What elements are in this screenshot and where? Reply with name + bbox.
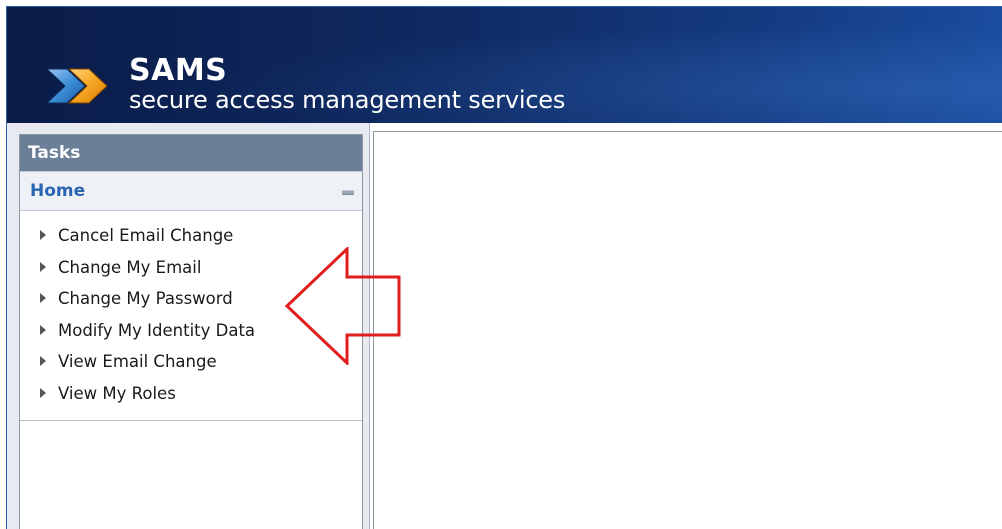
home-section-title[interactable]: Home <box>30 172 85 210</box>
double-chevron-arrow-icon <box>45 68 108 104</box>
tasks-panel-title: Tasks <box>20 135 362 171</box>
task-label[interactable]: Cancel Email Change <box>58 226 233 245</box>
task-label[interactable]: View My Roles <box>58 384 176 403</box>
triangle-right-icon <box>40 387 46 398</box>
app-header: SAMS secure access management services <box>7 7 1002 123</box>
triangle-right-icon <box>40 261 46 272</box>
triangle-right-icon <box>40 293 46 303</box>
task-link-view-my-roles[interactable]: View My Roles <box>34 383 362 415</box>
red-outline-arrow-icon <box>284 247 401 365</box>
task-label[interactable]: View Email Change <box>58 352 217 371</box>
triangle-right-icon <box>40 230 46 240</box>
task-label[interactable]: Change My Email <box>58 258 201 277</box>
home-section-header[interactable]: Home <box>20 171 362 211</box>
triangle-right-icon <box>40 356 46 366</box>
minus-icon[interactable] <box>342 190 354 195</box>
main-content-pane <box>373 131 1002 529</box>
app-window: SAMS secure access management services T… <box>6 6 1002 529</box>
task-label[interactable]: Change My Password <box>58 289 233 308</box>
brand-tagline: secure access management services <box>129 86 566 114</box>
triangle-right-icon <box>40 324 46 335</box>
brand-name: SAMS <box>129 53 228 88</box>
task-label[interactable]: Modify My Identity Data <box>58 321 255 340</box>
